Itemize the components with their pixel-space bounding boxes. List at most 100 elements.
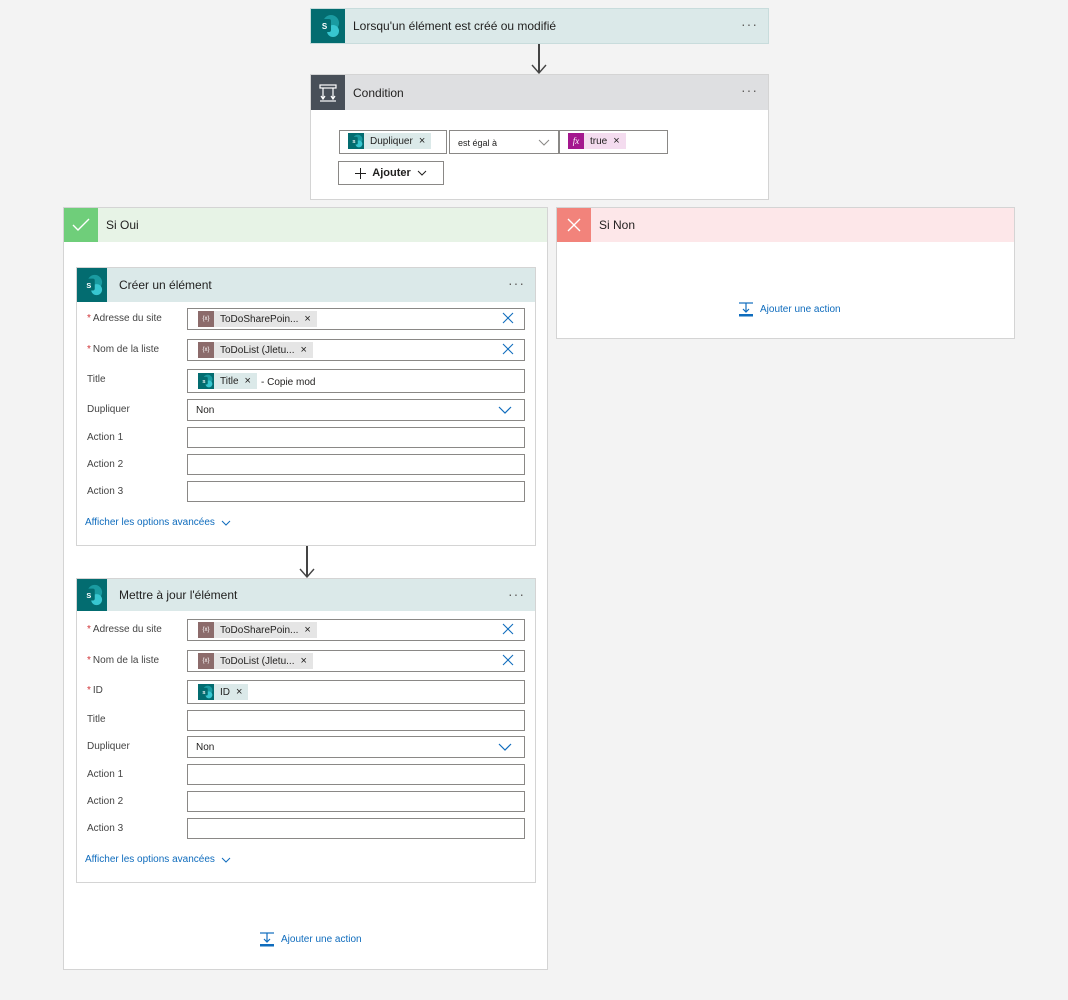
create-item-card[interactable]: Créer un élément ··· * Adresse du site {x… xyxy=(76,267,536,546)
token-id: ID × xyxy=(198,684,249,700)
title-field[interactable]: Title × - Copie mod xyxy=(187,369,525,393)
clear-field-icon[interactable] xyxy=(502,623,514,638)
duplicate-label: Dupliquer xyxy=(87,404,130,415)
yes-add-action-button[interactable]: Ajouter une action xyxy=(259,931,362,947)
token-remove-icon[interactable]: × xyxy=(304,624,310,636)
chevron-down-icon xyxy=(221,520,231,526)
token-label: ToDoList (Jletu... xyxy=(220,344,295,356)
plus-icon xyxy=(355,167,367,179)
chevron-down-icon xyxy=(538,139,550,146)
condition-right-operand[interactable]: fx true × xyxy=(559,130,668,154)
trigger-card[interactable]: Lorsqu'un élément est créé ou modifié ··… xyxy=(310,8,769,44)
action3-label: Action 3 xyxy=(87,486,124,497)
no-branch: Si Non Ajouter une action xyxy=(556,207,1015,339)
title-input[interactable] xyxy=(187,710,525,731)
variable-icon: {x} xyxy=(198,342,214,358)
sharepoint-icon xyxy=(311,9,345,43)
checkmark-icon xyxy=(64,208,98,242)
advanced-options-link[interactable]: Afficher les options avancées xyxy=(85,854,231,865)
clear-field-icon[interactable] xyxy=(502,654,514,669)
condition-add-button[interactable]: Ajouter xyxy=(338,161,444,185)
token-label: Dupliquer xyxy=(370,135,413,147)
advanced-options-link[interactable]: Afficher les options avancées xyxy=(85,517,231,528)
condition-menu-button[interactable]: ··· xyxy=(741,83,758,97)
token-remove-icon[interactable]: × xyxy=(304,313,310,325)
condition-operator-select[interactable]: est égal à xyxy=(449,130,559,154)
id-field[interactable]: ID × xyxy=(187,680,525,704)
add-action-icon xyxy=(260,932,274,947)
trigger-title: Lorsqu'un élément est créé ou modifié xyxy=(353,19,557,33)
action2-label: Action 2 xyxy=(87,796,124,807)
add-action-icon xyxy=(739,302,753,317)
list-name-label: * Nom de la liste xyxy=(87,655,160,666)
chevron-down-icon xyxy=(498,406,512,414)
token-site: {x} ToDoSharePoin... × xyxy=(198,311,317,327)
duplicate-select[interactable]: Non xyxy=(187,399,525,421)
token-remove-icon[interactable]: × xyxy=(245,375,251,387)
action2-input[interactable] xyxy=(187,454,525,475)
create-item-menu-button[interactable]: ··· xyxy=(508,276,525,290)
action1-label: Action 1 xyxy=(87,769,124,780)
update-item-card[interactable]: Mettre à jour l'élément ··· * Adresse du … xyxy=(76,578,536,883)
token-remove-icon[interactable]: × xyxy=(419,135,425,147)
list-name-field[interactable]: {x} ToDoList (Jletu... × xyxy=(187,650,525,672)
token-label: ToDoList (Jletu... xyxy=(220,655,295,667)
token-remove-icon[interactable]: × xyxy=(300,344,306,356)
chevron-down-icon xyxy=(221,857,231,863)
sharepoint-icon xyxy=(198,373,214,389)
action1-input[interactable] xyxy=(187,427,525,448)
token-label: ToDoSharePoin... xyxy=(220,624,299,636)
action3-label: Action 3 xyxy=(87,823,124,834)
duplicate-select[interactable]: Non xyxy=(187,736,525,758)
title-label: Title xyxy=(87,714,106,725)
token-remove-icon[interactable]: × xyxy=(613,135,619,147)
advanced-options-label: Afficher les options avancées xyxy=(85,517,215,528)
update-item-title: Mettre à jour l'élément xyxy=(119,588,238,602)
trigger-menu-button[interactable]: ··· xyxy=(741,17,758,31)
action3-input[interactable] xyxy=(187,818,525,839)
operator-value: est égal à xyxy=(458,138,498,148)
site-address-field[interactable]: {x} ToDoSharePoin... × xyxy=(187,308,525,330)
variable-icon: {x} xyxy=(198,311,214,327)
token-title: Title × xyxy=(198,373,257,389)
variable-icon: {x} xyxy=(198,653,214,669)
sharepoint-icon xyxy=(198,684,214,700)
clear-field-icon[interactable] xyxy=(502,312,514,327)
title-suffix-text: - Copie mod xyxy=(261,377,316,388)
token-label: ToDoSharePoin... xyxy=(220,313,299,325)
add-label: Ajouter xyxy=(372,167,411,179)
update-item-menu-button[interactable]: ··· xyxy=(508,587,525,601)
condition-card[interactable]: Condition ··· Dupliquer × est égal à fx … xyxy=(310,74,769,200)
id-label: * ID xyxy=(87,685,103,696)
flow-arrow xyxy=(299,546,315,578)
chevron-down-icon xyxy=(498,743,512,751)
token-list: {x} ToDoList (Jletu... × xyxy=(198,653,313,669)
create-item-title: Créer un élément xyxy=(119,278,212,292)
condition-icon xyxy=(311,75,345,110)
add-action-label: Ajouter une action xyxy=(281,933,362,945)
action2-input[interactable] xyxy=(187,791,525,812)
action1-input[interactable] xyxy=(187,764,525,785)
token-remove-icon[interactable]: × xyxy=(300,655,306,667)
site-address-label: * Adresse du site xyxy=(87,624,162,635)
token-remove-icon[interactable]: × xyxy=(236,686,242,698)
expression-icon: fx xyxy=(568,133,584,149)
condition-left-operand[interactable]: Dupliquer × xyxy=(339,130,447,154)
sharepoint-icon xyxy=(348,133,364,149)
advanced-options-label: Afficher les options avancées xyxy=(85,854,215,865)
close-icon xyxy=(557,208,591,242)
sharepoint-icon xyxy=(77,579,107,611)
action3-input[interactable] xyxy=(187,481,525,502)
action1-label: Action 1 xyxy=(87,432,124,443)
token-true: fx true × xyxy=(568,133,626,149)
token-label: ID xyxy=(220,686,230,698)
clear-field-icon[interactable] xyxy=(502,343,514,358)
token-list: {x} ToDoList (Jletu... × xyxy=(198,342,313,358)
duplicate-value: Non xyxy=(196,405,215,416)
no-add-action-button[interactable]: Ajouter une action xyxy=(738,301,841,317)
site-address-field[interactable]: {x} ToDoSharePoin... × xyxy=(187,619,525,641)
chevron-down-icon xyxy=(417,170,427,176)
list-name-field[interactable]: {x} ToDoList (Jletu... × xyxy=(187,339,525,361)
flow-arrow xyxy=(531,44,547,74)
duplicate-label: Dupliquer xyxy=(87,741,130,752)
